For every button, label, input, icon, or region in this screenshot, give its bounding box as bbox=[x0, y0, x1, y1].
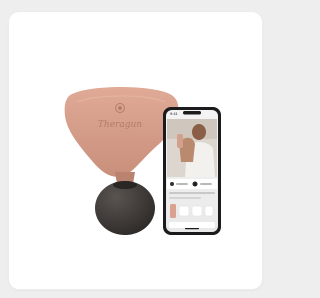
phone-notch bbox=[183, 111, 201, 115]
product-card[interactable]: Theragun 9:41 bbox=[9, 12, 262, 289]
phone-device-miniature bbox=[177, 134, 183, 148]
device-logo-text: Theragun bbox=[98, 120, 142, 130]
play-icon bbox=[192, 181, 198, 187]
phone-mockup: 9:41 bbox=[163, 107, 221, 235]
massage-device: Theragun bbox=[64, 87, 179, 184]
phone-status-time: 9:41 bbox=[170, 111, 179, 116]
product-image[interactable]: Theragun 9:41 bbox=[9, 12, 262, 289]
attachment-head bbox=[95, 181, 155, 235]
